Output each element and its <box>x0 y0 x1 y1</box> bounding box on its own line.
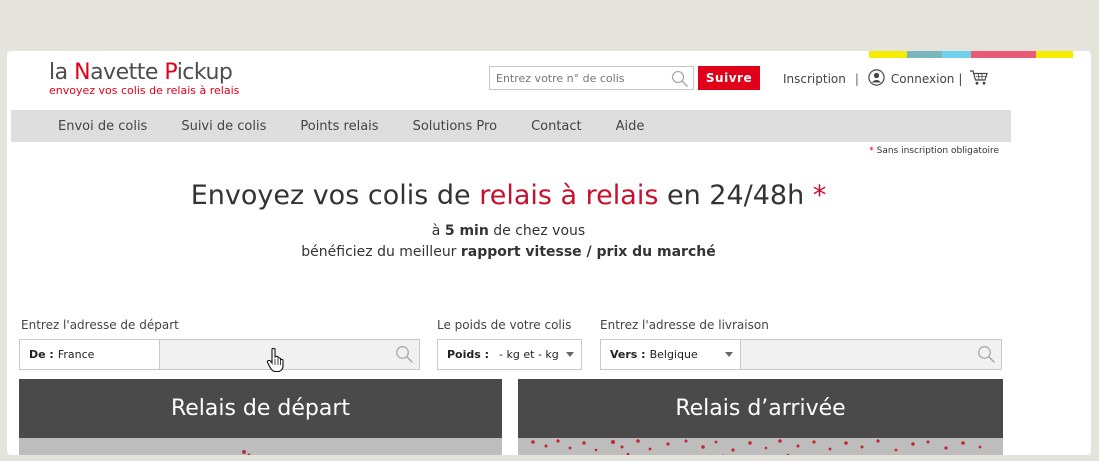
logo-text-avette: avette <box>90 60 165 85</box>
hero-title-part1: Envoyez vos colis de <box>190 180 480 211</box>
stripe-pink <box>971 51 1003 58</box>
main-navigation: Envoi de colis Suivi de colis Points rel… <box>11 110 1011 142</box>
inscription-link[interactable]: Inscription <box>783 72 846 86</box>
hero-title-part2: en 24/48h <box>658 180 813 211</box>
logo-wordmark: la Navette Pickup <box>49 60 239 85</box>
color-stripe <box>869 51 1073 58</box>
weight-label: Le poids de votre colis <box>437 318 572 332</box>
stripe-yellow-2 <box>1036 51 1073 58</box>
chevron-down-icon <box>566 352 574 357</box>
site-logo[interactable]: la Navette Pickup envoyez vos colis de r… <box>49 60 239 97</box>
departure-relay-panel: Relais de départ <box>19 379 502 455</box>
no-signup-note: * Sans inscription obligatoire <box>869 146 999 156</box>
delivery-country-select[interactable]: Vers : Belgique <box>601 340 740 369</box>
weight-value: - kg et - kg <box>499 348 559 361</box>
stripe-pink-2 <box>1003 51 1036 58</box>
cart-icon[interactable] <box>969 69 989 89</box>
stripe-teal <box>907 51 942 58</box>
track-button[interactable]: Suivre <box>698 66 760 90</box>
account-links: Inscription | Connexion | <box>783 69 989 89</box>
link-separator-2: | <box>958 72 963 86</box>
chevron-down-icon-delivery <box>725 352 733 357</box>
page-container: la Navette Pickup envoyez vos colis de r… <box>7 51 1091 455</box>
link-separator: | <box>854 72 859 86</box>
hero-sub1-part2: de chez vous <box>488 223 586 239</box>
departure-relay-title: Relais de départ <box>170 396 351 421</box>
tracking-search-box <box>489 66 694 90</box>
connexion-link[interactable]: Connexion <box>891 72 955 86</box>
hero-sub1-bold: 5 min <box>444 223 489 239</box>
departure-prefix: De : <box>29 348 54 361</box>
hero-title: Envoyez vos colis de relais à relais en … <box>7 180 1010 211</box>
delivery-address-input[interactable] <box>741 340 1001 369</box>
hero-sub2-part1: bénéficiez du meilleur <box>301 244 461 260</box>
nav-suivi-de-colis[interactable]: Suivi de colis <box>181 119 266 134</box>
stripe-cyan <box>942 51 971 58</box>
user-icon[interactable] <box>868 69 885 89</box>
logo-letter-n: N <box>74 60 91 85</box>
delivery-country: Belgique <box>649 348 698 361</box>
hero-subtitle-2: bénéficiez du meilleur rapport vitesse /… <box>7 244 1010 260</box>
arrival-relay-map[interactable] <box>518 438 1003 455</box>
departure-country: France <box>57 348 95 361</box>
nav-contact[interactable]: Contact <box>531 119 582 134</box>
logo-letter-p: P <box>164 60 177 85</box>
nav-solutions-pro[interactable]: Solutions Pro <box>413 119 498 134</box>
weight-prefix: Poids : <box>447 348 490 361</box>
delivery-search-icon[interactable] <box>977 345 996 368</box>
hero-subtitle-1: à 5 min de chez vous <box>7 223 1010 239</box>
hero-sub1-part1: à <box>431 223 445 239</box>
weight-select[interactable]: Poids : - kg et - kg <box>437 339 582 370</box>
delivery-address-box: Vers : Belgique <box>600 339 1002 370</box>
departure-address-box: De : France <box>19 339 420 370</box>
nav-aide[interactable]: Aide <box>616 119 645 134</box>
departure-address-label: Entrez l'adresse de départ <box>21 318 179 332</box>
tracking-number-input[interactable] <box>490 67 660 90</box>
logo-text-ickup: ickup <box>176 60 233 85</box>
departure-relay-map[interactable] <box>19 438 502 455</box>
delivery-address-label: Entrez l'adresse de livraison <box>600 318 769 332</box>
nav-envoi-de-colis[interactable]: Envoi de colis <box>58 119 147 134</box>
arrival-relay-title: Relais d’arrivée <box>675 396 846 421</box>
stripe-yellow <box>869 51 907 58</box>
nav-points-relais[interactable]: Points relais <box>300 119 378 134</box>
note-text: Sans inscription obligatoire <box>873 146 999 156</box>
logo-tagline: envoyez vos colis de relais à relais <box>49 84 240 97</box>
weight-select-value: Poids : - kg et - kg <box>438 340 563 369</box>
hand-cursor-icon <box>266 347 286 377</box>
logo-text-la: la <box>49 60 75 85</box>
delivery-prefix: Vers : <box>610 348 646 361</box>
hero-title-highlight: relais à relais <box>479 180 659 211</box>
departure-search-icon[interactable] <box>395 345 414 368</box>
hero-title-asterisk: * <box>812 180 827 211</box>
departure-country-select[interactable]: De : France <box>20 340 159 369</box>
arrival-relay-panel: Relais d’arrivée <box>518 379 1003 455</box>
search-icon[interactable] <box>671 70 689 92</box>
departure-address-input[interactable] <box>160 340 419 369</box>
hero-sub2-bold: rapport vitesse / prix du marché <box>460 244 716 260</box>
